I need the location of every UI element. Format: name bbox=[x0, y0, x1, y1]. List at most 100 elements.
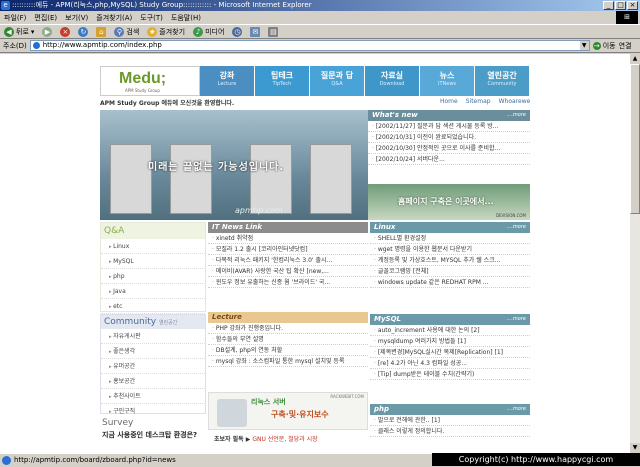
home-icon: ⌂ bbox=[96, 26, 107, 37]
link-sitemap[interactable]: Sitemap bbox=[466, 98, 491, 105]
nav-lecture[interactable]: 강좌 Lecture bbox=[200, 66, 255, 96]
scroll-down-icon[interactable]: ▼ bbox=[630, 443, 640, 453]
maximize-button[interactable]: □ bbox=[615, 1, 626, 10]
beginner-link[interactable]: GNU 선언문, 철당과 시장 bbox=[252, 436, 317, 443]
windows-flag-icon: ⊞ bbox=[616, 11, 638, 24]
ie-logo-icon: e bbox=[1, 1, 10, 10]
list-item[interactable]: mysql 강좌 : 소스컴파일 통한 mysql 설치및 등록 bbox=[208, 356, 368, 367]
whats-new-more-link[interactable]: ....more bbox=[507, 110, 526, 121]
list-item[interactable]: 메이비(AVAR) 사랑한 국산 팁 확산 [new,... bbox=[208, 266, 368, 277]
address-dropdown-icon[interactable]: ▼ bbox=[579, 41, 589, 50]
devision-banner[interactable]: 홈페이지 구축은 이곳에서... DEVISION.COM bbox=[368, 184, 530, 220]
list-item[interactable]: DB설계, php의 연동 처할 bbox=[208, 345, 368, 356]
link-whoarewe[interactable]: Whoarewe bbox=[499, 98, 531, 105]
menu-favorites[interactable]: 즐겨찾기(A) bbox=[96, 13, 132, 23]
nav-qa[interactable]: 질문과 답 Q&A bbox=[310, 66, 365, 96]
window-title: ::::::::::에듀 - APM(리눅스,php,MySQL) Study … bbox=[12, 1, 312, 9]
community-item[interactable]: 구인구직 bbox=[101, 404, 205, 419]
nav-community[interactable]: 열린공간 Community bbox=[475, 66, 530, 96]
nav-itnews[interactable]: 뉴스 ITNews bbox=[420, 66, 475, 96]
scroll-thumb[interactable] bbox=[630, 64, 640, 214]
list-item[interactable]: windows update 같은 REDHAT RPM ... bbox=[370, 277, 530, 288]
list-item[interactable]: auto_increment 사용에 대한 논의 [2] bbox=[370, 325, 530, 336]
nav-download[interactable]: 자료실 Download bbox=[365, 66, 420, 96]
list-item[interactable]: [제목변경]MySQL실시간 복제[Replication] [1] bbox=[370, 347, 530, 358]
list-item[interactable]: 함수들의 부연 설명 bbox=[208, 334, 368, 345]
list-item[interactable]: [2002/10/30] 안정적인 곳으로 이사를 준비합... bbox=[368, 143, 530, 154]
go-button[interactable]: → 이동 bbox=[592, 41, 616, 51]
address-url: http://www.apmtip.com/index.php bbox=[42, 41, 162, 49]
list-item[interactable]: xinetd 취약점 bbox=[208, 233, 368, 244]
stop-icon: × bbox=[60, 26, 71, 37]
refresh-button[interactable]: ↻ bbox=[76, 25, 90, 38]
list-item[interactable]: [2002/10/31] 이전이 완료되었습니다. bbox=[368, 132, 530, 143]
qa-item[interactable]: Java bbox=[101, 284, 205, 299]
list-item[interactable]: wget 명령을 이용한 웹문서 다운받기 bbox=[370, 244, 530, 255]
link-home[interactable]: Home bbox=[440, 98, 458, 105]
mysql-more-link[interactable]: ....more bbox=[507, 314, 526, 325]
back-arrow-icon: ◀ bbox=[4, 26, 14, 37]
list-item[interactable]: [Tip] dump받은 테이블 수치(간략기) bbox=[370, 369, 530, 380]
page-viewport: Medu; APM Study Group 강좌 Lecture 팁테크 TipTe… bbox=[0, 54, 630, 453]
links-button[interactable]: 연결 bbox=[619, 41, 632, 51]
close-button[interactable]: × bbox=[627, 1, 638, 10]
print-button[interactable]: ▤ bbox=[266, 25, 280, 38]
vertical-scrollbar[interactable]: ▲ ▼ bbox=[630, 54, 640, 453]
list-item[interactable]: [re] 4.2가 아닌 4.3 컴파일 성공... bbox=[370, 358, 530, 369]
survey-question: 지금 사용중인 데스크탑 환경은? bbox=[102, 431, 198, 439]
list-item[interactable]: 모질라 1.2 출시 [코리아인터넷닷컴] bbox=[208, 244, 368, 255]
qa-item[interactable]: php bbox=[101, 269, 205, 284]
menu-tools[interactable]: 도구(T) bbox=[140, 13, 163, 23]
qa-item[interactable]: etc bbox=[101, 299, 205, 314]
list-item[interactable]: 계정등록 및 가상호스트, MYSQL 추가 쉘 스크... bbox=[370, 255, 530, 266]
menu-view[interactable]: 보기(V) bbox=[65, 13, 88, 23]
list-item[interactable]: [2002/10/24] 서버다운... bbox=[368, 154, 530, 165]
stop-button[interactable]: × bbox=[58, 25, 72, 38]
history-button[interactable]: ◷ bbox=[230, 25, 244, 38]
community-item[interactable]: 자유게시판 bbox=[101, 329, 205, 344]
qa-item[interactable]: MySQL bbox=[101, 254, 205, 269]
forward-button[interactable]: ▶ bbox=[40, 25, 54, 38]
hero-image: 미래는 끝없는 가능성입니다. apmtip.com bbox=[100, 110, 368, 220]
php-more-link[interactable]: ....more bbox=[507, 404, 526, 415]
list-item[interactable]: 윈도우 정보 유출하는 신종 웜 '브라이드' 국... bbox=[208, 277, 368, 288]
toolbar: ◀ 뒤로 ▾ ▶ × ↻ ⌂ ⚲ 검색 ★ 즐겨찾기 ♪ 미디어 ◷ ✉ ▤ bbox=[0, 24, 640, 39]
title-bar: e ::::::::::에듀 - APM(리눅스,php,MySQL) Stud… bbox=[0, 0, 640, 11]
media-button[interactable]: ♪ 미디어 bbox=[191, 25, 226, 38]
lecture-box: Lecture PHP 강좌가 진행중입니다. 함수들의 부연 설명 DB설계,… bbox=[208, 312, 368, 388]
list-item[interactable]: PHP 강좌가 진행중입니다. bbox=[208, 323, 368, 334]
top-links: Home Sitemap Whoarewe bbox=[440, 98, 530, 105]
address-input[interactable]: http://www.apmtip.com/index.php ▼ bbox=[29, 40, 590, 51]
php-box: php ....more 말으로 전해에 관한.. [1] 클래스 이렇게 정의… bbox=[370, 404, 530, 444]
menu-bar: 파일(F) 편집(E) 보기(V) 즐겨찾기(A) 도구(T) 도움말(H) ⊞ bbox=[0, 11, 640, 24]
menu-file[interactable]: 파일(F) bbox=[4, 13, 26, 23]
linux-server-banner[interactable]: RACKWEBIT.COM 리눅스 서버 구축·및·유지보수 bbox=[208, 392, 368, 430]
back-button[interactable]: ◀ 뒤로 ▾ bbox=[2, 25, 36, 38]
menu-edit[interactable]: 편집(E) bbox=[34, 13, 57, 23]
nav-tiptech[interactable]: 팁테크 TipTech bbox=[255, 66, 310, 96]
list-item[interactable]: 클래스 이렇게 정의합니다. bbox=[370, 426, 530, 437]
list-item[interactable]: 다목적 리눅스 패키지 '한컴리눅스 3.0' 출시... bbox=[208, 255, 368, 266]
list-item[interactable]: SHELL별 환경설정 bbox=[370, 233, 530, 244]
list-item[interactable]: mysqldump 여러가지 방법들 [1] bbox=[370, 336, 530, 347]
community-item[interactable]: 추천사이트 bbox=[101, 389, 205, 404]
favorites-button[interactable]: ★ 즐겨찾기 bbox=[145, 25, 187, 38]
search-button[interactable]: ⚲ 검색 bbox=[112, 25, 141, 38]
list-item[interactable]: 말으로 전해에 관한.. [1] bbox=[370, 415, 530, 426]
linux-more-link[interactable]: ....more bbox=[507, 222, 526, 233]
qa-item[interactable]: Linux bbox=[101, 239, 205, 254]
list-item[interactable]: 글꼴코그램밍 [전체] bbox=[370, 266, 530, 277]
menu-help[interactable]: 도움말(H) bbox=[171, 13, 201, 23]
minimize-button[interactable]: _ bbox=[603, 1, 614, 10]
refresh-icon: ↻ bbox=[78, 26, 89, 37]
scroll-up-icon[interactable]: ▲ bbox=[630, 54, 640, 64]
survey-box: Survey 지금 사용중인 데스크탑 환경은? bbox=[100, 418, 206, 453]
community-item[interactable]: 좋은생각 bbox=[101, 344, 205, 359]
home-button[interactable]: ⌂ bbox=[94, 25, 108, 38]
community-item[interactable]: 홍보공간 bbox=[101, 374, 205, 389]
community-title: Community bbox=[104, 317, 157, 327]
site-logo[interactable]: Medu; APM Study Group bbox=[100, 66, 200, 96]
mail-button[interactable]: ✉ bbox=[248, 25, 262, 38]
list-item[interactable]: [2002/11/27] 질문과 답 섹션 게시물 등록 방... bbox=[368, 121, 530, 132]
community-item[interactable]: 유머공간 bbox=[101, 359, 205, 374]
